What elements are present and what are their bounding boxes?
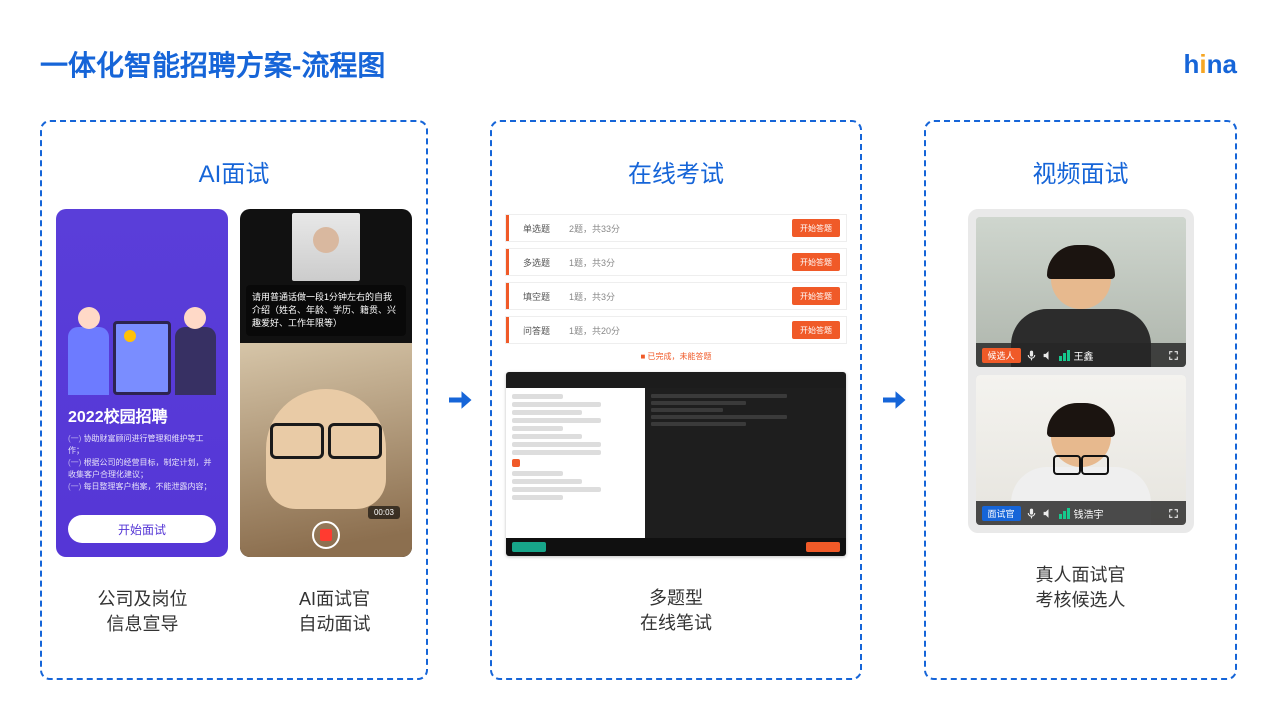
glasses-icon (270, 423, 382, 457)
video-call-widget: 候选人 王鑫 面试官 钱浩宇 (968, 209, 1194, 533)
campus-heading: 2022校园招聘 (68, 403, 216, 427)
candidate-name: 王鑫 (1074, 348, 1094, 363)
marker-icon (512, 459, 520, 467)
campus-desc-line: 每日整理客户档案，不能泄露内容； (68, 481, 216, 493)
start-answer-button[interactable]: 开始答题 (792, 287, 840, 305)
interviewer-thumbnail (292, 213, 360, 281)
caption: AI面试官自动面试 (299, 587, 371, 637)
start-answer-button[interactable]: 开始答题 (792, 253, 840, 271)
record-button[interactable] (312, 521, 340, 549)
mic-icon[interactable] (1025, 349, 1038, 362)
campus-desc-line: 协助财富顾问进行管理和维护等工作； (68, 433, 216, 457)
exam-row: 问答题1题，共20分开始答题 (506, 317, 846, 343)
start-answer-button[interactable]: 开始答题 (792, 219, 840, 237)
panel-title: AI面试 (199, 154, 270, 189)
start-answer-button[interactable]: 开始答题 (792, 321, 840, 339)
fullscreen-icon[interactable] (1167, 349, 1180, 362)
flow-arrow-icon (442, 385, 476, 415)
caption: 公司及岗位信息宣导 (98, 587, 188, 637)
illustration (68, 223, 216, 395)
fullscreen-icon[interactable] (1167, 507, 1180, 520)
campus-intro-card: 2022校园招聘 协助财富顾问进行管理和维护等工作； 根据公司的经营目标，制定计… (56, 209, 228, 557)
speaker-icon[interactable] (1042, 349, 1055, 362)
brand-logo: hina (1184, 49, 1237, 80)
run-button[interactable] (512, 542, 546, 552)
interviewer-tag: 面试官 (982, 506, 1021, 521)
signal-icon (1059, 508, 1070, 519)
ai-interview-video: 请用普通话做一段1分钟左右的自我介绍（姓名、年龄、学历、籍贯、兴趣爱好、工作年限… (240, 209, 412, 557)
panel-title: 在线考试 (628, 154, 724, 189)
exam-row: 单选题2题，共33分开始答题 (506, 215, 846, 241)
mic-icon[interactable] (1025, 507, 1038, 520)
campus-desc-line: 根据公司的经营目标，制定计划，并收集客户合理化建议； (68, 457, 216, 481)
candidate-video-tile: 候选人 王鑫 (976, 217, 1186, 367)
interview-prompt: 请用普通话做一段1分钟左右的自我介绍（姓名、年龄、学历、籍贯、兴趣爱好、工作年限… (246, 285, 406, 336)
panel-online-exam: 在线考试 单选题2题，共33分开始答题 多选题1题，共3分开始答题 填空题1题，… (490, 120, 862, 680)
panel-video-interview: 视频面试 候选人 王鑫 面试官 (924, 120, 1237, 680)
interviewer-name: 钱浩宇 (1074, 506, 1104, 521)
flow-arrow-icon (876, 385, 910, 415)
speaker-icon[interactable] (1042, 507, 1055, 520)
exam-row: 填空题1题，共3分开始答题 (506, 283, 846, 309)
record-timer: 00:03 (368, 506, 400, 519)
exam-row: 多选题1题，共3分开始答题 (506, 249, 846, 275)
coding-exam-ui (506, 372, 846, 556)
page-title: 一体化智能招聘方案-流程图 (40, 44, 385, 84)
panel-ai-interview: AI面试 2022校园招聘 协助财富顾问进行管理和维护等工作； 根据公司的经营目… (40, 120, 428, 680)
exam-note: ■ 已完成，未能答题 (506, 351, 846, 362)
start-interview-button[interactable]: 开始面试 (68, 515, 216, 543)
submit-button[interactable] (806, 542, 840, 552)
exam-question-list: 单选题2题，共33分开始答题 多选题1题，共3分开始答题 填空题1题，共3分开始… (506, 215, 846, 372)
caption: 真人面试官考核候选人 (1036, 563, 1126, 613)
panel-title: 视频面试 (1033, 154, 1129, 189)
candidate-tag: 候选人 (982, 348, 1021, 363)
interviewer-video-tile: 面试官 钱浩宇 (976, 375, 1186, 525)
caption: 多题型在线笔试 (640, 586, 712, 636)
signal-icon (1059, 350, 1070, 361)
